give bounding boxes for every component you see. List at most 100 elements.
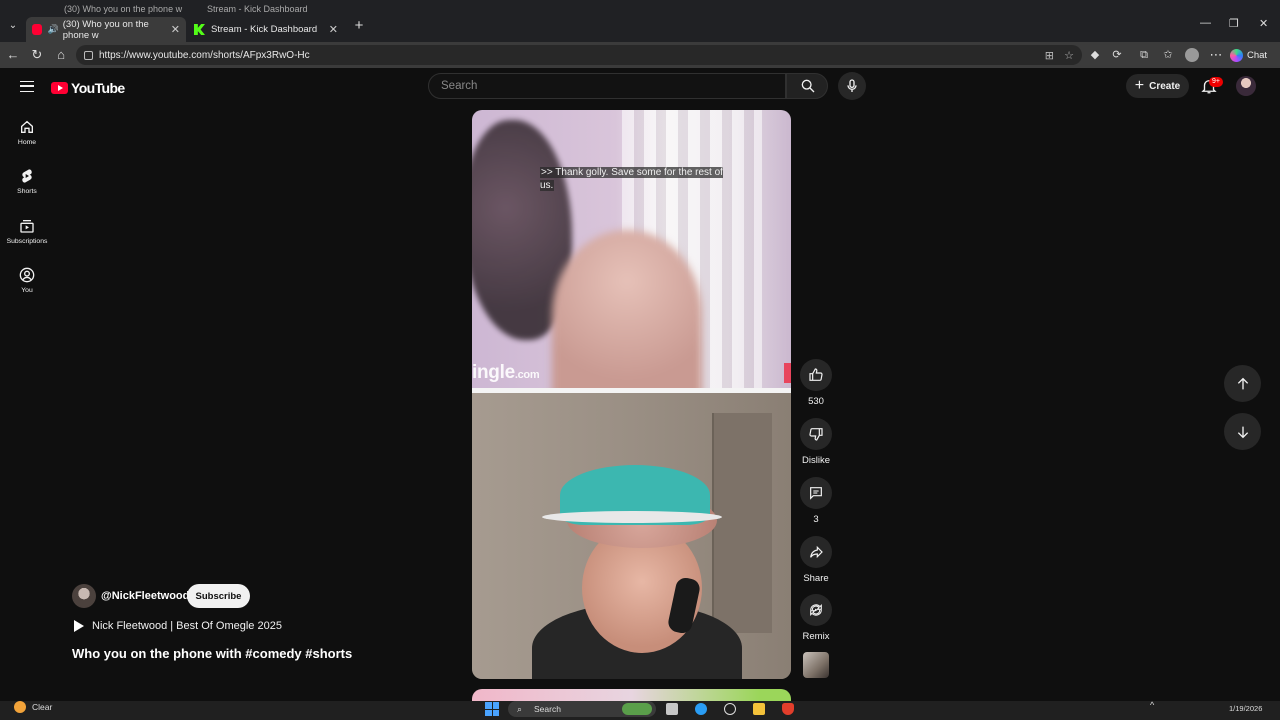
menu-hamburger-icon[interactable] [20,81,34,92]
kick-favicon-icon [194,24,205,35]
youtube-logo[interactable]: YouTube [51,80,125,96]
reload-icon[interactable]: ↻ [28,46,46,64]
red-mark-visual [784,363,791,383]
address-bar[interactable]: https://www.youtube.com/shorts/AFpx3RwO-… [76,45,1082,65]
dislike-button[interactable]: Dislike [800,418,832,466]
edge-browser-icon[interactable] [695,703,707,715]
rail-item-shorts[interactable]: Shorts [0,168,54,195]
close-tab-icon[interactable]: ✕ [329,23,338,36]
tab-list-chevron-icon[interactable]: ⌄ [4,17,22,35]
tab-youtube[interactable]: 🔊 (30) Who you on the phone w ✕ [26,17,186,42]
more-menu-icon[interactable]: ⋯ [1207,46,1225,64]
site-info-icon[interactable] [84,50,93,60]
like-button[interactable]: 530 [800,359,832,407]
search-input[interactable] [428,73,786,99]
like-count: 530 [808,396,824,407]
profile-icon[interactable] [1183,46,1201,64]
sound-thumbnail[interactable] [803,652,829,678]
rail-label: You [21,287,33,294]
previous-short-button[interactable] [1224,365,1261,402]
channel-avatar[interactable] [72,584,96,608]
comments-button[interactable]: 3 [800,477,832,525]
next-short-preview[interactable] [472,689,791,701]
share-button[interactable]: Share [800,536,832,584]
search-button[interactable] [786,73,828,99]
file-explorer-icon[interactable] [753,703,765,715]
subscriptions-icon [20,220,34,233]
door-visual [712,413,772,633]
new-tab-button[interactable]: + [350,17,368,35]
thumbs-down-icon [809,428,823,441]
windows-start-icon[interactable] [485,702,499,716]
youtube-favicon-icon [32,24,42,35]
ghost-tab-strip: (30) Who you on the phone w Stream - Kic… [0,0,1280,14]
back-arrow-icon[interactable]: ← [4,46,22,64]
taskbar-search-label: Search [534,704,561,714]
restore-icon[interactable]: ❐ [1229,17,1239,30]
video-top-panel: >> Thank golly. Save some for the rest o… [472,110,791,400]
close-tab-icon[interactable]: ✕ [171,23,180,36]
video-title[interactable]: Who you on the phone with #comedy #short… [72,646,352,661]
youtube-wordmark: YouTube [71,80,125,96]
notification-badge: 9+ [1209,77,1223,87]
taskbar-date: 1/19/2026 [1229,704,1263,713]
next-short-button[interactable] [1224,413,1261,450]
taskbar-app-icon[interactable] [724,703,736,715]
taskbar-widget-icon[interactable] [622,703,652,715]
search-icon: ⌕ [517,704,523,714]
rail-item-home[interactable]: Home [0,119,54,146]
tab-kick-dashboard[interactable]: Stream - Kick Dashboard ✕ [188,17,344,42]
rail-label: Shorts [17,188,37,195]
weather-widget[interactable]: Clear [14,701,52,713]
comment-count: 3 [813,514,819,525]
home-icon[interactable]: ⌂ [52,46,70,64]
hat-brim-visual [542,511,722,523]
create-button[interactable]: + Create [1126,74,1189,98]
plus-icon: + [1134,77,1145,94]
share-arrow-icon [810,545,823,559]
brave-browser-icon[interactable] [782,703,794,715]
browser-toolbar: ← ↻ ⌂ https://www.youtube.com/shorts/AFp… [0,42,1280,68]
audio-playing-icon[interactable]: 🔊 [48,24,59,35]
app-install-icon[interactable]: ⊞ [1045,49,1054,62]
rail-item-you[interactable]: You [0,267,54,294]
favorite-star-icon[interactable]: ☆ [1064,49,1074,62]
shorts-video-player[interactable]: >> Thank golly. Save some for the rest o… [472,110,791,679]
rail-item-subscriptions[interactable]: Subscriptions [0,218,54,245]
copilot-icon [1230,48,1243,62]
voice-search-button[interactable] [838,72,866,100]
share-label: Share [803,573,829,584]
account-avatar[interactable] [1236,76,1256,96]
copilot-chat-button[interactable]: Chat [1230,46,1267,64]
minimize-icon[interactable]: — [1200,17,1211,29]
playlist-link[interactable]: Nick Fleetwood | Best Of Omegle 2025 [74,620,282,632]
arrow-down-icon [1237,426,1248,438]
comment-icon [810,487,822,500]
playlist-title: Nick Fleetwood | Best Of Omegle 2025 [92,620,282,632]
search-icon [801,79,815,93]
tray-chevron-icon[interactable]: ^ [1150,700,1162,712]
extension-diamond-icon[interactable]: ◆ [1086,46,1104,64]
tab-title: Stream - Kick Dashboard [211,24,318,35]
rail-label: Home [17,139,37,146]
youtube-header: YouTube + Create 9+ [0,68,1280,104]
ghost-tab-kick: Stream - Kick Dashboard [207,4,308,14]
dislike-label: Dislike [802,455,830,466]
remix-button[interactable]: Remix [800,594,832,642]
browser-tab-bar: ⌄ 🔊 (30) Who you on the phone w ✕ Stream… [0,14,1280,42]
favorites-icon[interactable]: ✩ [1159,46,1177,64]
channel-name[interactable]: @NickFleetwood [101,590,189,602]
home-icon [21,120,33,133]
video-caption: >> Thank golly. Save some for the rest o… [540,167,723,191]
task-view-icon[interactable] [666,703,678,715]
thumbs-up-icon [809,368,823,381]
split-screen-icon[interactable]: ⧉ [1135,46,1153,64]
remix-icon [810,604,822,616]
person-shoulder-visual [552,230,702,400]
close-window-icon[interactable]: ✕ [1259,17,1268,30]
subscribe-button[interactable]: Subscribe [187,584,250,608]
extensions-icon[interactable]: ⟳ [1108,46,1126,64]
mic-icon [847,79,857,92]
video-bottom-panel [472,393,791,679]
tab-title: (30) Who you on the phone w [62,18,149,41]
